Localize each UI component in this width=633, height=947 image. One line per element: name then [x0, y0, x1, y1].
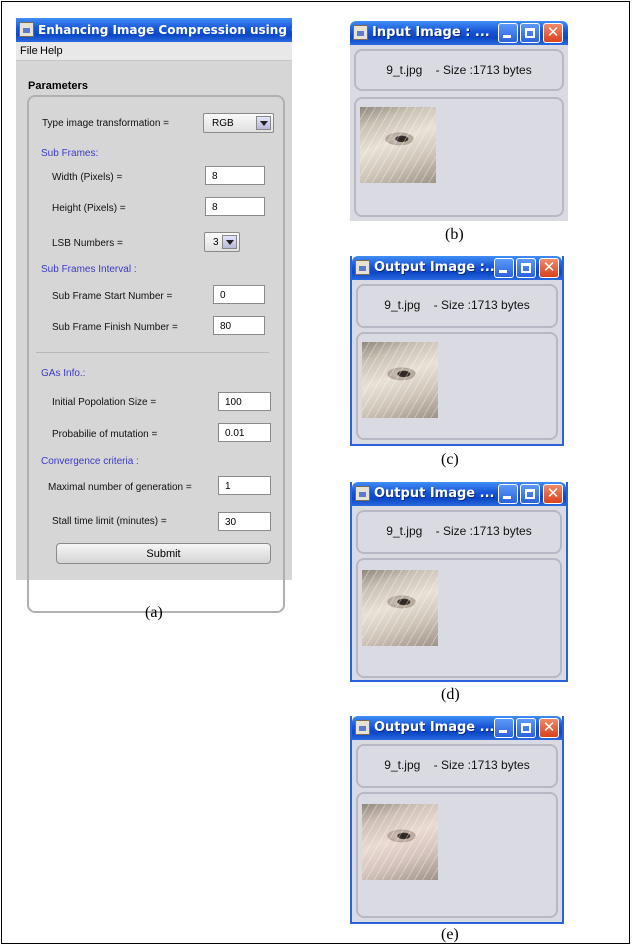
close-button[interactable]: ✕ [539, 258, 559, 278]
close-icon: ✕ [546, 484, 560, 502]
info-panel: 9_t.jpg - Size :1713 bytes [356, 284, 558, 328]
image-panel [354, 97, 564, 217]
maximize-button[interactable] [516, 718, 536, 738]
image-info: 9_t.jpg - Size :1713 bytes [386, 63, 532, 77]
maximize-icon [525, 489, 535, 499]
finish-label: Sub Frame Finish Number = [52, 322, 178, 333]
info-panel: 9_t.jpg - Size :1713 bytes [356, 510, 562, 554]
mutation-label: Probabilie of mutation = [52, 429, 158, 440]
minimize-button[interactable] [498, 23, 518, 43]
image-panel [356, 332, 558, 440]
image-thumbnail [362, 570, 438, 646]
image-panel [356, 792, 558, 918]
population-label: Initial Popolation Size = [52, 397, 157, 408]
maximize-button[interactable] [516, 258, 536, 278]
stall-input[interactable]: 30 [218, 512, 271, 531]
convergence-heading: Convergence criteria : [41, 456, 139, 467]
close-icon: ✕ [542, 258, 556, 276]
java-app-icon [355, 486, 370, 501]
caption-d: (d) [441, 686, 460, 703]
finish-input[interactable]: 80 [213, 316, 265, 335]
height-input[interactable]: 8 [205, 197, 265, 216]
input-image-window: 9_t.jpg - Size :1713 bytes Input Image :… [350, 21, 568, 221]
lsb-label: LSB Numbers = [52, 238, 123, 249]
output-image-window-c: 9_t.jpg - Size :1713 bytes Output Image … [350, 256, 564, 446]
caption-b: (b) [445, 226, 464, 243]
window-title: Output Image ... [374, 486, 495, 501]
window-title-bar[interactable]: Output Image :... ✕ [352, 256, 562, 280]
maximize-button[interactable] [520, 484, 540, 504]
java-app-icon [355, 720, 370, 735]
caption-a: (a) [145, 604, 163, 621]
info-panel: 9_t.jpg - Size :1713 bytes [356, 744, 558, 788]
close-button[interactable]: ✕ [543, 23, 563, 43]
output-image-window-d: 9_t.jpg - Size :1713 bytes Output Image … [350, 482, 568, 682]
transform-value: RGB [212, 118, 234, 129]
window-title-bar[interactable]: Output Image ... ✕ [352, 716, 562, 740]
maximize-icon [525, 28, 535, 38]
window-title-bar[interactable]: Input Image : ... ✕ [350, 21, 568, 45]
menu-bar: File Help [16, 42, 292, 61]
image-thumbnail [362, 342, 438, 418]
close-button[interactable]: ✕ [539, 718, 559, 738]
parameters-title: Parameters [28, 80, 88, 92]
window-title: Input Image : ... [372, 25, 490, 40]
population-input[interactable]: 100 [218, 392, 271, 411]
width-label: Width (Pixels) = [52, 172, 123, 183]
transform-label: Type image transformation = [42, 118, 170, 129]
window-title: Output Image :... [374, 260, 500, 275]
subframes-heading: Sub Frames: [41, 148, 99, 159]
mutation-input[interactable]: 0.01 [218, 423, 271, 442]
window-title: Output Image ... [374, 720, 495, 735]
minimize-button[interactable] [498, 484, 518, 504]
minimize-icon [503, 496, 511, 499]
menu-help[interactable]: Help [40, 45, 63, 57]
close-button[interactable]: ✕ [543, 484, 563, 504]
maximize-button[interactable] [520, 23, 540, 43]
minimize-icon [499, 270, 507, 273]
info-panel: 9_t.jpg - Size :1713 bytes [354, 49, 564, 91]
image-info: 9_t.jpg - Size :1713 bytes [384, 298, 530, 312]
dropdown-arrow-icon[interactable] [256, 116, 271, 130]
close-icon: ✕ [546, 23, 560, 41]
stall-label: Stall time limit (minutes) = [52, 516, 167, 527]
dropdown-arrow-icon[interactable] [222, 235, 237, 249]
output-image-window-e: 9_t.jpg - Size :1713 bytes Output Image … [350, 716, 564, 924]
minimize-button[interactable] [494, 258, 514, 278]
menu-file[interactable]: File [20, 45, 38, 57]
transform-select[interactable]: RGB [203, 113, 274, 133]
image-thumbnail [362, 804, 438, 880]
close-icon: ✕ [542, 718, 556, 736]
java-app-icon [19, 22, 34, 37]
maximize-icon [521, 263, 531, 273]
java-app-icon [355, 260, 370, 275]
image-panel [356, 558, 562, 678]
maximize-icon [521, 723, 531, 733]
start-label: Sub Frame Start Number = [52, 291, 173, 302]
image-thumbnail [360, 107, 436, 183]
gas-heading: GAs Info.: [41, 368, 86, 379]
lsb-select[interactable]: 3 [204, 232, 240, 252]
app-title-bar[interactable]: Enhancing Image Compression using GAs [16, 18, 317, 42]
app-title: Enhancing Image Compression using GAs [38, 23, 318, 37]
caption-c: (c) [441, 451, 459, 468]
window-title-bar[interactable]: Output Image ... ✕ [352, 482, 566, 506]
caption-e: (e) [441, 926, 459, 943]
submit-button[interactable]: Submit [56, 543, 271, 564]
max-generation-input[interactable]: 1 [218, 476, 271, 495]
max-generation-label: Maximal number of generation = [48, 482, 192, 493]
java-app-icon [353, 25, 368, 40]
minimize-button[interactable] [494, 718, 514, 738]
height-label: Height (Pixels) = [52, 203, 126, 214]
minimize-icon [499, 730, 507, 733]
start-input[interactable]: 0 [213, 285, 265, 304]
width-input[interactable]: 8 [205, 166, 265, 185]
main-app-window: Enhancing Image Compression using GAs Fi… [16, 18, 317, 613]
image-info: 9_t.jpg - Size :1713 bytes [384, 758, 530, 772]
minimize-icon [503, 35, 511, 38]
interval-heading: Sub Frames Interval : [41, 264, 137, 275]
image-info: 9_t.jpg - Size :1713 bytes [386, 524, 532, 538]
lsb-value: 3 [213, 237, 219, 248]
separator [36, 352, 269, 353]
